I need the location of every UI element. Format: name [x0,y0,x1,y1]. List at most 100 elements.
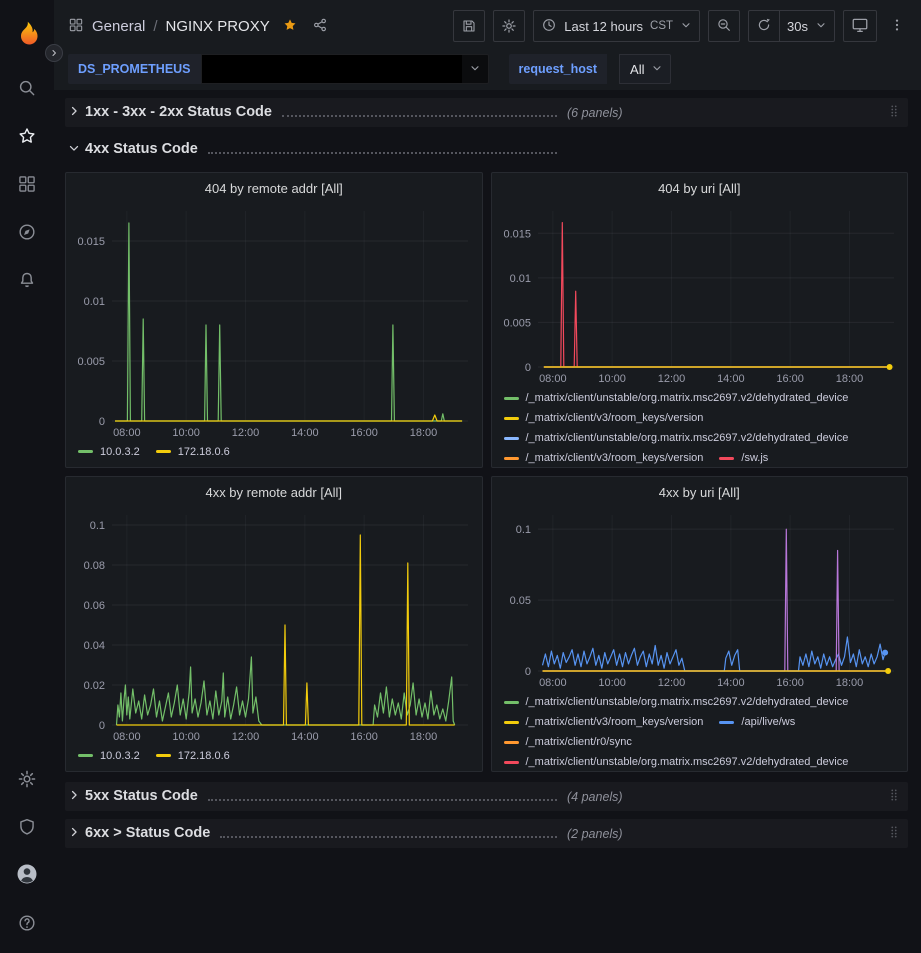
svg-text:12:00: 12:00 [232,427,260,439]
sidebar-item-starred[interactable] [0,112,54,160]
svg-text:0.04: 0.04 [84,640,105,652]
svg-text:0.1: 0.1 [515,524,530,536]
variable-ds-prometheus: DS_PROMETHEUS [68,54,489,84]
sidebar-item-server-admin[interactable] [0,803,54,851]
chevron-down-icon [67,141,81,158]
svg-text:0.005: 0.005 [77,356,105,368]
save-dashboard-button[interactable] [453,10,485,42]
legend-item[interactable]: 10.0.3.2 [78,747,140,765]
row-6xx-status-code[interactable]: 6xx > Status Code (2 panels) [65,819,908,848]
timeseries-chart[interactable]: 00.0050.010.01508:0010:0012:0014:0016:00… [66,203,482,441]
chart-legend: 10.0.3.2 172.18.0.6 [66,745,482,771]
drag-handle-icon[interactable] [886,787,902,806]
timeseries-chart[interactable]: 00.0050.010.01508:0010:0012:0014:0016:00… [492,203,908,387]
row-dots [220,836,557,838]
svg-text:0.005: 0.005 [503,317,531,329]
refresh-interval-label: 30s [787,19,808,34]
variable-ds-prometheus-label[interactable]: DS_PROMETHEUS [68,54,201,84]
row-title: 4xx Status Code [85,142,198,158]
chevron-down-icon [644,62,670,77]
variable-request-host-label[interactable]: request_host [509,54,608,84]
grafana-app: General / NGINX PROXY Last 12 hours CST [0,0,921,953]
legend-label: 10.0.3.2 [100,747,140,765]
breadcrumb-section[interactable]: General [92,18,145,35]
variable-request-host-select[interactable]: All [619,54,671,84]
time-range-picker[interactable]: Last 12 hours CST [533,10,700,42]
svg-text:08:00: 08:00 [539,677,567,689]
timeseries-chart[interactable]: 00.050.108:0010:0012:0014:0016:0018:00 [492,507,908,691]
panel-title[interactable]: 404 by uri [All] [492,173,908,203]
refresh-interval-picker[interactable]: 30s [780,10,835,42]
legend-item[interactable]: /_matrix/client/v3/room_keys/version [504,409,704,427]
avatar [15,862,39,889]
svg-text:10:00: 10:00 [172,427,200,439]
legend-item[interactable]: /_matrix/client/v3/room_keys/version [504,449,704,467]
legend-item[interactable]: /_matrix/client/v3/room_keys/version [504,713,704,731]
zoom-out-time-button[interactable] [708,10,740,42]
legend-item[interactable]: 10.0.3.2 [78,443,140,461]
drag-handle-icon[interactable] [886,824,902,843]
sidebar-item-search[interactable] [0,64,54,112]
dashboard-settings-button[interactable] [493,10,525,42]
search-icon [17,78,37,98]
row-title-wrap: 5xx Status Code [85,789,567,805]
row-5xx-status-code[interactable]: 5xx Status Code (4 panels) [65,782,908,811]
chevron-down-icon [815,19,827,34]
time-range-label: Last 12 hours [564,19,643,34]
legend-item[interactable]: 172.18.0.6 [156,747,230,765]
legend-item[interactable]: /_matrix/client/unstable/org.matrix.msc2… [504,389,849,407]
sidebar-item-help[interactable] [0,899,54,947]
sidebar-item-configuration[interactable] [0,755,54,803]
legend-label: 10.0.3.2 [100,443,140,461]
row-dots [208,799,557,801]
svg-text:0.015: 0.015 [503,228,531,240]
legend-item[interactable]: /_matrix/client/unstable/org.matrix.msc2… [504,753,849,771]
star-icon [17,126,37,146]
timezone-label: CST [650,20,673,32]
share-icon[interactable] [312,17,328,36]
legend-item[interactable]: /_matrix/client/r0/sync [504,733,632,751]
refresh-button[interactable] [748,10,780,42]
drag-handle-icon[interactable] [886,103,902,122]
variable-value-redacted [202,55,462,83]
sidebar-item-explore[interactable] [0,208,54,256]
panel-title[interactable]: 4xx by remote addr [All] [66,477,482,507]
breadcrumb-title[interactable]: NGINX PROXY [166,18,270,35]
main-area: General / NGINX PROXY Last 12 hours CST [54,0,921,953]
row-1xx-3xx-2xx-status-code[interactable]: 1xx - 3xx - 2xx Status Code (6 panels) [65,98,908,127]
panel-4xx-by-uri: 4xx by uri [All] 00.050.108:0010:0012:00… [491,476,909,772]
timeseries-chart[interactable]: 00.020.040.060.080.108:0010:0012:0014:00… [66,507,482,745]
legend-item[interactable]: /sw.js [719,449,768,467]
row-panel-count: (2 panels) [567,827,623,841]
svg-text:18:00: 18:00 [835,677,863,689]
cycle-view-mode-button[interactable] [843,10,877,42]
svg-text:0.01: 0.01 [84,296,105,308]
svg-text:18:00: 18:00 [410,427,438,439]
legend-item[interactable]: /_matrix/client/unstable/org.matrix.msc2… [504,693,849,711]
legend-swatch [504,721,519,724]
sidebar-expand-toggle[interactable] [45,44,63,62]
sidebar-item-profile[interactable] [0,851,54,899]
legend-item[interactable]: 172.18.0.6 [156,443,230,461]
row-dots [208,152,557,154]
row-4xx-status-code[interactable]: 4xx Status Code [65,135,908,164]
more-options-button[interactable] [885,10,909,42]
panel-title[interactable]: 4xx by uri [All] [492,477,908,507]
legend-item[interactable]: /_matrix/client/unstable/org.matrix.msc2… [504,429,849,447]
row-dots [282,115,557,117]
legend-item[interactable]: /api/live/ws [719,713,795,731]
favorite-star-icon[interactable] [282,17,298,36]
kebab-icon [889,17,905,36]
svg-text:0: 0 [99,416,105,428]
panel-title[interactable]: 404 by remote addr [All] [66,173,482,203]
sidebar-item-dashboards[interactable] [0,160,54,208]
svg-text:16:00: 16:00 [350,427,378,439]
svg-text:14:00: 14:00 [717,373,745,385]
legend-swatch [78,754,93,757]
sidebar-item-alerting[interactable] [0,256,54,304]
legend-label: /_matrix/client/unstable/org.matrix.msc2… [526,693,849,711]
refresh-icon [756,17,772,36]
svg-text:08:00: 08:00 [113,731,141,743]
variable-ds-prometheus-select[interactable] [201,54,489,84]
svg-text:0: 0 [524,362,530,374]
